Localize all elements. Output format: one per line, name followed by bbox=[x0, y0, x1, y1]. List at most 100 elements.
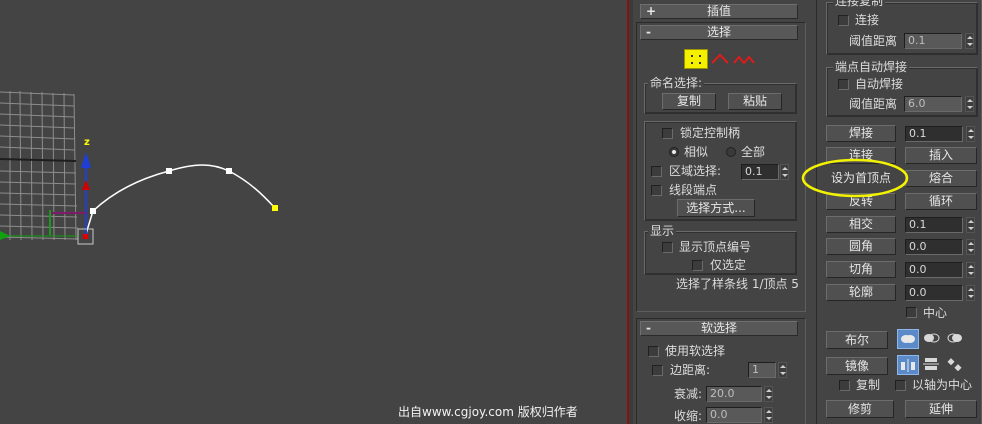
connect-label: 连接 bbox=[855, 13, 880, 27]
cross-insert-spinner[interactable]: 0.1 bbox=[905, 217, 977, 233]
gizmo-pivot-dot bbox=[83, 234, 88, 239]
spinner-arrows-icon[interactable] bbox=[764, 407, 773, 423]
spline-curve[interactable] bbox=[84, 164, 276, 238]
copy-selection-button[interactable]: 复制 bbox=[662, 93, 716, 110]
named-selection-label: 命名选择: bbox=[648, 76, 705, 90]
area-select-checkbox[interactable] bbox=[651, 166, 662, 177]
chamfer-spinner[interactable]: 0.0 bbox=[905, 262, 977, 278]
fillet-button[interactable]: 圆角 bbox=[826, 238, 896, 255]
spinner-arrows-icon[interactable] bbox=[966, 262, 975, 278]
spline-level-icon[interactable] bbox=[732, 51, 756, 67]
segment-level-icon[interactable] bbox=[710, 51, 730, 67]
spinner-arrows-icon[interactable] bbox=[966, 217, 975, 233]
fuse-button[interactable]: 熔合 bbox=[905, 170, 977, 187]
mirror-both-icon[interactable] bbox=[945, 355, 967, 375]
collapse-icon: - bbox=[646, 321, 651, 335]
vertex-3[interactable] bbox=[226, 168, 232, 174]
auto-weld-checkbox[interactable] bbox=[838, 79, 849, 90]
select-by-button[interactable]: 选择方式... bbox=[677, 199, 755, 217]
weld-spinner[interactable]: 0.1 bbox=[905, 126, 977, 142]
mirror-horizontal-icon[interactable] bbox=[897, 355, 919, 375]
gizmo-z-arrow-icon bbox=[81, 152, 91, 168]
outline-button[interactable]: 轮廓 bbox=[826, 284, 896, 301]
show-vertex-numbers-checkbox[interactable] bbox=[662, 242, 673, 253]
threshold-value[interactable]: 0.1 bbox=[904, 33, 962, 49]
mirror-button[interactable]: 镜像 bbox=[826, 357, 888, 375]
center-label: 中心 bbox=[923, 306, 948, 320]
interpolation-rollout-header[interactable]: + 插值 bbox=[640, 4, 798, 19]
viewport-grid bbox=[0, 90, 79, 241]
falloff-value[interactable]: 20.0 bbox=[706, 386, 762, 402]
pinch-value[interactable]: 0.0 bbox=[706, 407, 762, 423]
use-soft-selection-checkbox[interactable] bbox=[648, 346, 659, 357]
fillet-value[interactable]: 0.0 bbox=[905, 239, 963, 255]
soft-selection-rollout-header[interactable]: - 软选择 bbox=[640, 321, 798, 336]
cycle-button[interactable]: 循环 bbox=[905, 193, 977, 210]
subtraction-icon[interactable] bbox=[921, 329, 943, 349]
collapse-icon: - bbox=[646, 25, 651, 39]
spinner-arrows-icon[interactable] bbox=[966, 239, 975, 255]
outline-value[interactable]: 0.0 bbox=[905, 285, 963, 301]
vertex-level-icon[interactable] bbox=[684, 49, 708, 69]
gizmo-center-icon bbox=[82, 180, 90, 190]
edge-distance-checkbox[interactable] bbox=[652, 365, 663, 376]
weld-value[interactable]: 0.1 bbox=[905, 126, 963, 142]
use-soft-selection-label: 使用软选择 bbox=[665, 344, 726, 358]
insert-button[interactable]: 插入 bbox=[905, 147, 977, 164]
viewport-scene bbox=[0, 90, 278, 245]
threshold-label: 阈值距离 bbox=[849, 34, 898, 48]
chamfer-button[interactable]: 切角 bbox=[826, 261, 896, 278]
spinner-arrows-icon[interactable] bbox=[965, 96, 974, 112]
mirror-vertical-icon[interactable] bbox=[921, 355, 943, 375]
extend-button[interactable]: 延伸 bbox=[905, 400, 977, 418]
center-checkbox[interactable] bbox=[906, 307, 917, 318]
cross-insert-value[interactable]: 0.1 bbox=[905, 217, 963, 233]
segment-end-label: 线段端点 bbox=[669, 183, 718, 197]
weld-threshold-spinner[interactable]: 6.0 bbox=[904, 96, 976, 112]
spinner-arrows-icon[interactable] bbox=[780, 164, 789, 180]
spinner-arrows-icon[interactable] bbox=[778, 362, 787, 378]
pinch-spinner[interactable]: 0.0 bbox=[706, 407, 774, 423]
similar-radio[interactable] bbox=[669, 147, 679, 157]
trim-button[interactable]: 修剪 bbox=[826, 400, 894, 418]
chamfer-value[interactable]: 0.0 bbox=[905, 262, 963, 278]
panel-gutter bbox=[629, 0, 633, 424]
connect-copy-label: 连接复制 bbox=[833, 0, 886, 8]
weld-button[interactable]: 焊接 bbox=[826, 125, 896, 142]
selection-rollout-header[interactable]: - 选择 bbox=[640, 25, 798, 40]
fillet-spinner[interactable]: 0.0 bbox=[905, 239, 977, 255]
cross-insert-button[interactable]: 相交 bbox=[826, 216, 896, 233]
paste-selection-button[interactable]: 粘贴 bbox=[728, 93, 782, 110]
lock-handles-checkbox[interactable] bbox=[662, 128, 673, 139]
union-icon[interactable] bbox=[897, 329, 919, 349]
weld-threshold-value[interactable]: 6.0 bbox=[904, 96, 962, 112]
watermark: 出自www.cgjoy.com 版权归作者 bbox=[398, 405, 578, 419]
threshold-spinner[interactable]: 0.1 bbox=[904, 33, 976, 49]
spinner-arrows-icon[interactable] bbox=[965, 33, 974, 49]
spinner-arrows-icon[interactable] bbox=[966, 285, 975, 301]
highlight-annotation bbox=[801, 158, 909, 198]
area-select-value[interactable]: 0.1 bbox=[741, 164, 779, 180]
outline-spinner[interactable]: 0.0 bbox=[905, 285, 977, 301]
mirror-copy-checkbox[interactable] bbox=[839, 380, 850, 391]
connect-checkbox[interactable] bbox=[838, 15, 849, 26]
spinner-arrows-icon[interactable] bbox=[966, 126, 975, 142]
vertex-2[interactable] bbox=[166, 168, 172, 174]
similar-label: 相似 bbox=[684, 145, 709, 159]
segment-end-checkbox[interactable] bbox=[651, 185, 662, 196]
edge-distance-label: 边距离: bbox=[670, 363, 711, 377]
vertex-selected[interactable] bbox=[272, 205, 278, 211]
intersection-icon[interactable] bbox=[945, 329, 967, 349]
falloff-spinner[interactable]: 20.0 bbox=[706, 386, 774, 402]
boolean-button[interactable]: 布尔 bbox=[826, 331, 888, 349]
edge-distance-spinner[interactable]: 1 bbox=[748, 362, 790, 378]
all-radio[interactable] bbox=[726, 147, 736, 157]
perspective-viewport[interactable]: z 出自www.cgjoy.com 版权归作者 bbox=[0, 0, 627, 424]
edge-distance-value[interactable]: 1 bbox=[748, 362, 776, 378]
selected-only-checkbox[interactable] bbox=[692, 260, 703, 271]
lock-handles-label: 锁定控制柄 bbox=[680, 126, 741, 140]
about-pivot-checkbox[interactable] bbox=[895, 380, 906, 391]
vertex-1[interactable] bbox=[90, 208, 96, 214]
spinner-arrows-icon[interactable] bbox=[764, 386, 773, 402]
area-select-spinner[interactable]: 0.1 bbox=[741, 164, 791, 180]
